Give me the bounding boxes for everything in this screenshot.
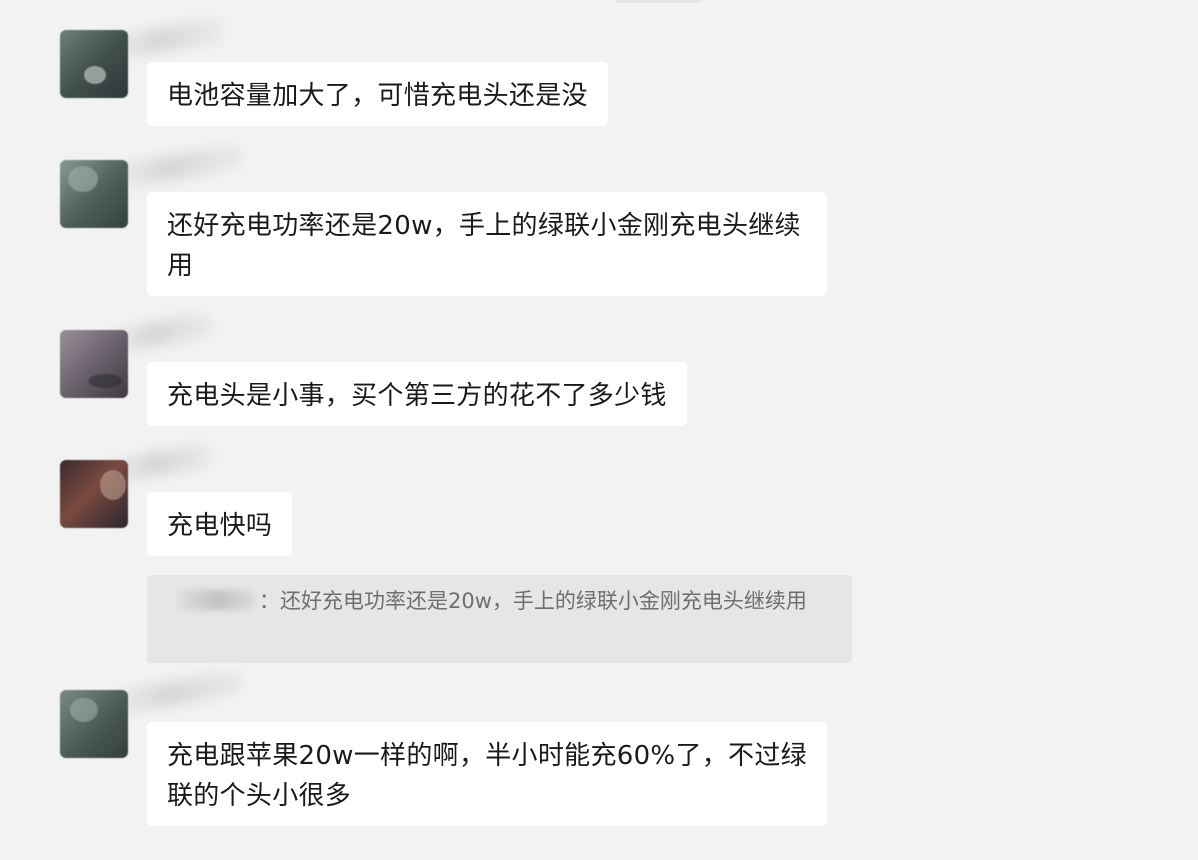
top-indicator bbox=[615, 0, 701, 3]
avatar-detail bbox=[88, 374, 122, 388]
avatar[interactable] bbox=[60, 330, 128, 398]
avatar-detail bbox=[70, 698, 98, 722]
quote-sender-blurred bbox=[177, 590, 255, 610]
message-text: 充电跟苹果20w一样的啊，半小时能充60%了，不过绿联的个头小很多 bbox=[167, 741, 807, 811]
message-bubble[interactable]: 充电快吗 bbox=[147, 492, 293, 556]
message-bubble[interactable]: 充电头是小事，买个第三方的花不了多少钱 bbox=[147, 362, 687, 426]
message-text: 还好充电功率还是20w，手上的绿联小金刚充电头继续用 bbox=[167, 211, 801, 281]
message-text: 充电头是小事，买个第三方的花不了多少钱 bbox=[167, 381, 667, 411]
message-bubble[interactable]: 电池容量加大了，可惜充电头还是没 bbox=[147, 62, 608, 126]
avatar[interactable] bbox=[60, 30, 128, 98]
quote-text: ：还好充电功率还是20w，手上的绿联小金刚充电头继续用 bbox=[259, 589, 807, 613]
avatar-detail bbox=[68, 166, 98, 192]
message-text: 电池容量加大了，可惜充电头还是没 bbox=[167, 81, 588, 111]
message-bubble[interactable]: 充电跟苹果20w一样的啊，半小时能充60%了，不过绿联的个头小很多 bbox=[147, 722, 827, 826]
avatar-detail bbox=[100, 470, 126, 500]
message-bubble[interactable]: 还好充电功率还是20w，手上的绿联小金刚充电头继续用 bbox=[147, 192, 827, 296]
avatar-detail bbox=[84, 66, 106, 84]
avatar[interactable] bbox=[60, 460, 128, 528]
message-text: 充电快吗 bbox=[167, 511, 273, 541]
avatar[interactable] bbox=[60, 160, 128, 228]
quoted-message[interactable]: ：还好充电功率还是20w，手上的绿联小金刚充电头继续用 bbox=[147, 575, 852, 663]
avatar[interactable] bbox=[60, 690, 128, 758]
